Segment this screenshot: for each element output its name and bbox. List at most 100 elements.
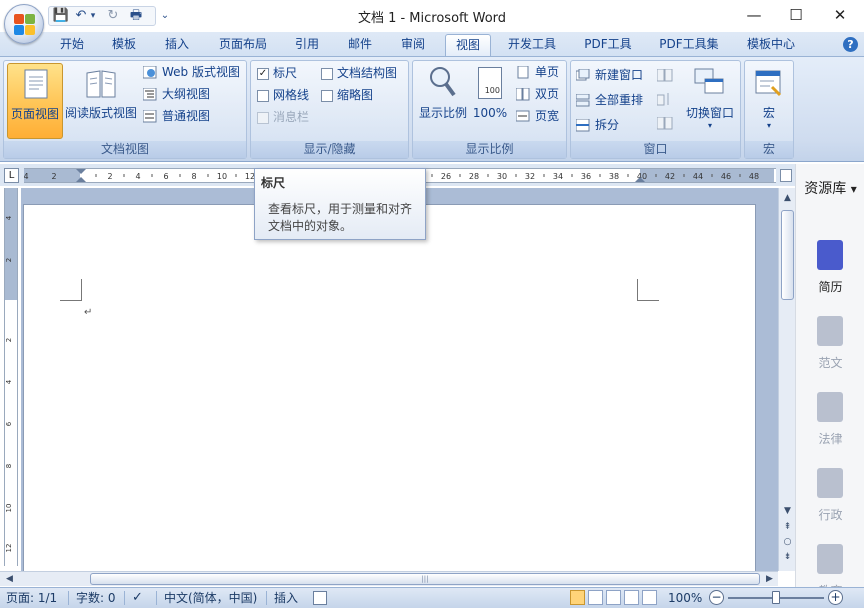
macros-button[interactable]: 宏 ▾: [748, 63, 790, 139]
ruler-checkbox[interactable]: ✓ 标尺: [255, 64, 297, 83]
scroll-up-arrow-icon[interactable]: ▲: [780, 191, 795, 206]
tab-mailings[interactable]: 邮件: [340, 34, 380, 56]
tab-selector[interactable]: L: [4, 168, 19, 183]
language-indicator[interactable]: 中文(简体，中国): [164, 588, 257, 608]
status-bar: 页面: 1/1 字数: 0 ✓ 中文(简体，中国) 插入 100% − +: [0, 587, 864, 608]
tab-home[interactable]: 开始: [52, 34, 92, 56]
vertical-scrollbar[interactable]: ▲ ▼ ⇞ ○ ⇟: [778, 188, 795, 571]
outline-view-button[interactable]: 大纲视图: [142, 85, 210, 104]
resource-library-title[interactable]: 资源库 ▾: [796, 178, 864, 198]
zoom-in-icon[interactable]: +: [828, 590, 843, 605]
indent-marker-icon[interactable]: [76, 169, 86, 174]
page-count[interactable]: 页面: 1/1: [6, 588, 57, 608]
tab-developer[interactable]: 开发工具: [501, 34, 563, 56]
tab-insert[interactable]: 插入: [157, 34, 197, 56]
draft-view-button[interactable]: 普通视图: [142, 107, 210, 126]
message-bar-checkbox: 消息栏: [255, 108, 309, 127]
web-layout-icon[interactable]: [606, 590, 621, 605]
education-item[interactable]: 教育: [796, 544, 864, 587]
reading-view-button[interactable]: 阅读版式视图: [64, 63, 138, 139]
legal-gavel-icon: [817, 392, 843, 422]
tab-view[interactable]: 视图: [445, 34, 491, 56]
zoom-100-button[interactable]: 100 100%: [471, 63, 509, 139]
word-count[interactable]: 字数: 0: [76, 588, 116, 608]
horizontal-scrollbar[interactable]: ◀ ||| ▶: [0, 571, 778, 586]
ruler-tick-label: 10: [5, 504, 13, 513]
ruler-tick-label: 38: [609, 172, 619, 181]
doc-map-checkbox-label: 文档结构图: [337, 66, 398, 80]
full-screen-reading-icon[interactable]: [588, 590, 603, 605]
zoom-level[interactable]: 100%: [668, 588, 702, 608]
ruler-tick-label: 8: [5, 464, 13, 468]
thumbnails-checkbox[interactable]: 缩略图: [319, 86, 373, 105]
tab-pdf-tools[interactable]: PDF工具: [578, 34, 638, 56]
group-macros-label: 宏: [745, 141, 793, 158]
title-bar: 💾 ↶ ▾ ↻ 🖶 ⌄ 文档 1 - Microsoft Word — ☐ ✕: [0, 0, 864, 32]
next-page-icon[interactable]: ⇟: [780, 550, 795, 565]
page-100-icon: 100: [478, 67, 502, 99]
office-button[interactable]: [4, 4, 44, 44]
switch-windows-button[interactable]: 切换窗口 ▾: [681, 63, 739, 139]
tab-templates[interactable]: 模板: [104, 34, 144, 56]
zoom-out-icon[interactable]: −: [709, 590, 724, 605]
page-width-label: 页宽: [535, 109, 560, 123]
ruler-tick-label: 36: [581, 172, 591, 181]
split-icon: [576, 119, 590, 132]
vertical-scroll-thumb[interactable]: [781, 210, 794, 300]
page-width-button[interactable]: 页宽: [515, 107, 559, 126]
horizontal-scroll-thumb[interactable]: |||: [90, 573, 760, 585]
new-window-icon: [576, 69, 590, 81]
group-window: 新建窗口 全部重排 拆分 切换窗口 ▾ 窗口: [570, 60, 741, 159]
web-view-button[interactable]: Web 版式视图: [142, 63, 240, 82]
arrange-all-button[interactable]: 全部重排: [575, 91, 643, 110]
tab-template-center[interactable]: 模板中心: [740, 34, 802, 56]
proofing-icon[interactable]: ✓: [132, 588, 143, 608]
view-side-by-side-icon: [657, 69, 673, 82]
one-page-button[interactable]: 单页: [515, 63, 559, 82]
doc-map-checkbox[interactable]: 文档结构图: [319, 64, 397, 83]
page-view-icon: [24, 69, 48, 99]
vertical-ruler[interactable]: 4 2 2 4 6 8 10 12: [4, 188, 18, 566]
zoom-button[interactable]: 显示比例: [416, 63, 470, 139]
tab-review[interactable]: 审阅: [393, 34, 433, 56]
ruler-tick-label: 4: [135, 172, 140, 181]
split-label: 拆分: [595, 118, 620, 132]
new-window-button[interactable]: 新建窗口: [575, 66, 643, 85]
right-indent-icon[interactable]: [635, 177, 645, 182]
maximize-button[interactable]: ☐: [774, 0, 818, 30]
outline-icon[interactable]: [624, 590, 639, 605]
tab-page-layout[interactable]: 页面布局: [212, 34, 274, 56]
close-button[interactable]: ✕: [818, 0, 862, 30]
ruler-tick-label: 42: [665, 172, 675, 181]
group-zoom-label: 显示比例: [413, 141, 566, 158]
minimize-button[interactable]: —: [732, 0, 776, 30]
page-view-button[interactable]: 页面视图: [7, 63, 63, 139]
reset-window-icon: [657, 117, 673, 130]
hanging-indent-icon[interactable]: [76, 177, 86, 182]
macro-record-icon[interactable]: [313, 591, 327, 605]
two-pages-button[interactable]: 双页: [515, 85, 559, 104]
tooltip-title: 标尺: [261, 176, 286, 190]
previous-page-icon[interactable]: ⇞: [780, 520, 795, 535]
gridlines-checkbox[interactable]: 网格线: [255, 86, 309, 105]
help-icon[interactable]: ?: [843, 37, 858, 52]
resume-label: 简历: [818, 280, 843, 294]
sample-essays-icon: [817, 316, 843, 346]
message-bar-check-box: [257, 112, 269, 124]
ruler-tick-label: 2: [5, 338, 13, 342]
view-ruler-button[interactable]: [780, 169, 792, 182]
select-browse-object-icon[interactable]: ○: [780, 535, 795, 550]
split-button[interactable]: 拆分: [575, 116, 619, 135]
document-page[interactable]: ↵: [23, 204, 756, 571]
ruler-tick-label: 12: [5, 544, 13, 553]
draft-icon[interactable]: [642, 590, 657, 605]
insert-mode[interactable]: 插入: [274, 588, 298, 608]
scroll-down-arrow-icon[interactable]: ▼: [780, 504, 795, 519]
tab-references[interactable]: 引用: [287, 34, 327, 56]
group-show-hide: ✓ 标尺 网格线 消息栏 文档结构图 缩略图 显示/隐藏: [250, 60, 409, 159]
print-layout-view-icon[interactable]: [570, 590, 585, 605]
tab-pdf-toolset[interactable]: PDF工具集: [652, 34, 726, 56]
zoom-slider-thumb[interactable]: [772, 591, 780, 604]
scroll-right-arrow-icon[interactable]: ▶: [762, 572, 777, 587]
scroll-left-arrow-icon[interactable]: ◀: [2, 572, 17, 587]
